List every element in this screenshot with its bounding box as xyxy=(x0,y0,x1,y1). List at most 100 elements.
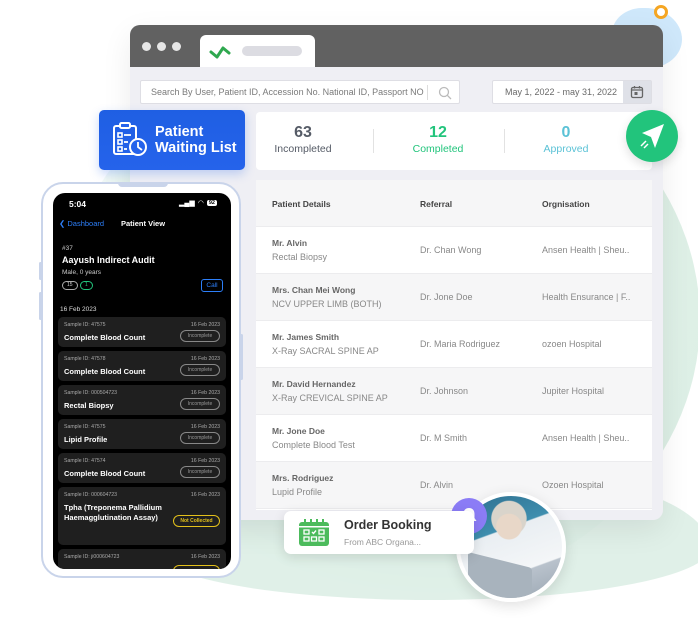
order-booking-notification[interactable]: Order Booking From ABC Organa... xyxy=(284,511,474,554)
stat-completed[interactable]: 12 Completed xyxy=(406,124,470,155)
sample-id: Sample ID: 47575 xyxy=(64,322,106,328)
referral-doctor: Dr. Jone Doe xyxy=(420,292,473,302)
table-row[interactable]: Mrs. Rodriguez Lupid Profile Dr. Alvin O… xyxy=(256,462,652,509)
status-badge: Incomplete xyxy=(180,432,220,444)
status-badge: Incomplete xyxy=(180,330,220,342)
table-row[interactable]: Mr. James Smith X-Ray SACRAL SPINE AP Dr… xyxy=(256,321,652,368)
stat-divider xyxy=(504,129,505,153)
sample-date: 16 Feb 2023 xyxy=(190,554,220,560)
logo-check-icon xyxy=(209,46,231,59)
sample-card[interactable]: Sample ID: 47578 16 Feb 2023 Complete Bl… xyxy=(58,351,226,381)
title-line: Waiting List xyxy=(155,140,237,156)
status-icons: ▂▄▆ ◠ 92 xyxy=(179,199,217,207)
calendar-button[interactable] xyxy=(623,81,651,103)
browser-tab[interactable] xyxy=(200,35,315,67)
order-booking-subtitle: From ABC Organa... xyxy=(344,537,421,547)
clipboard-clock-icon xyxy=(113,122,147,156)
sample-card[interactable]: Sample ID: 47574 16 Feb 2023 Complete Bl… xyxy=(58,453,226,483)
stat-value: 0 xyxy=(561,124,571,141)
table-row[interactable]: Mr. Alvin Rectal Biopsy Dr. Chan Wong An… xyxy=(256,227,652,274)
order-booking-title: Order Booking xyxy=(344,518,432,532)
patient-test: X-Ray CREVICAL SPINE AP xyxy=(272,393,388,403)
waiting-list-title: Patient Waiting List xyxy=(155,124,237,156)
sample-date: 16 Feb 2023 xyxy=(190,424,220,430)
patient-meta: Male, 0 years xyxy=(62,269,102,276)
phone-button xyxy=(39,262,42,280)
sample-date: 16 Feb 2023 xyxy=(190,390,220,396)
calendar-icon xyxy=(299,519,329,546)
referral-doctor: Dr. Chan Wong xyxy=(420,245,482,255)
patient-name: Mr. David Hernandez xyxy=(272,379,356,389)
patient-name: Mr. Jone Doe xyxy=(272,426,325,436)
stats-card: 63 Incompleted 12 Completed 0 Approved xyxy=(256,112,652,170)
organisation: Ansen Health | Sheu.. xyxy=(542,433,630,443)
table-row[interactable]: Mr. David Hernandez X-Ray CREVICAL SPINE… xyxy=(256,368,652,415)
sample-card[interactable]: Sample ID: 000604723 16 Feb 2023 Tpha (T… xyxy=(58,487,226,545)
table-header: Patient Details Referral Orgnisation xyxy=(256,180,652,227)
stat-approved[interactable]: 0 Approved xyxy=(536,124,596,155)
status-badge: Not Collected xyxy=(173,515,220,527)
stat-value: 63 xyxy=(294,124,312,141)
sample-test: Tpha (Treponema Pallidium Haemagglutinat… xyxy=(64,503,162,522)
stat-incompleted[interactable]: 63 Incompleted xyxy=(272,124,334,155)
window-dot[interactable] xyxy=(172,42,181,51)
mobile-phone-mockup: 5:04 ▂▄▆ ◠ 92 ❮ Dashboard Patient View #… xyxy=(39,182,243,578)
sample-card[interactable]: Sample ID: 47575 16 Feb 2023 Lipid Profi… xyxy=(58,419,226,449)
referral-doctor: Dr. Alvin xyxy=(420,480,454,490)
phone-button xyxy=(240,334,243,380)
patient-waiting-list-tile[interactable]: Patient Waiting List xyxy=(99,110,245,170)
stat-label: Incompleted xyxy=(274,143,332,155)
status-badge: Incomplete xyxy=(180,364,220,376)
sample-date: 16 Feb 2023 xyxy=(190,322,220,328)
status-time: 5:04 xyxy=(69,199,87,209)
sample-test: Rectal Biopsy xyxy=(64,401,114,410)
sample-id: Sample ID: 000504723 xyxy=(64,390,118,396)
sample-test: Complete Blood Count xyxy=(64,469,146,478)
count-pill-gray: 15 xyxy=(62,281,78,290)
sample-date: 16 Feb 2023 xyxy=(190,492,220,498)
referral-doctor: Dr. M Smith xyxy=(420,433,468,443)
patient-name: Aayush Indirect Audit xyxy=(62,255,155,265)
battery-icon: 92 xyxy=(206,200,217,206)
patient-table: Patient Details Referral Orgnisation Mr.… xyxy=(256,180,652,510)
status-badge: Incomplete xyxy=(180,466,220,478)
call-button[interactable]: Call xyxy=(201,279,223,292)
column-header-patient-details: Patient Details xyxy=(272,199,331,209)
stat-value: 12 xyxy=(429,124,447,141)
back-button[interactable]: ❮ Dashboard xyxy=(59,219,104,228)
patient-test: Lupid Profile xyxy=(272,487,323,497)
organisation: Ansen Health | Sheu.. xyxy=(542,245,630,255)
sample-id: Sample ID: ji000604723 xyxy=(64,554,120,560)
laptop-shape xyxy=(468,552,532,598)
patient-name: Mrs. Chan Mei Wong xyxy=(272,285,356,295)
patient-name: Mrs. Rodriguez xyxy=(272,473,334,483)
organisation: Jupiter Hospital xyxy=(542,386,605,396)
stat-divider xyxy=(373,129,374,153)
patient-test: Rectal Biopsy xyxy=(272,252,328,262)
patient-name: Mr. James Smith xyxy=(272,332,340,342)
window-dot[interactable] xyxy=(157,42,166,51)
organisation: ozoen Hospital xyxy=(542,339,602,349)
table-row[interactable]: Mrs. Chan Mei Wong NCV UPPER LIMB (BOTH)… xyxy=(256,274,652,321)
patient-name: Mr. Alvin xyxy=(272,238,308,248)
table-row[interactable]: Mr. Jone Doe Complete Blood Test Dr. M S… xyxy=(256,415,652,462)
window-dot[interactable] xyxy=(142,42,151,51)
sample-card[interactable]: Sample ID: 000504723 16 Feb 2023 Rectal … xyxy=(58,385,226,415)
phone-screen: 5:04 ▂▄▆ ◠ 92 ❮ Dashboard Patient View #… xyxy=(53,193,231,569)
date-header: 16 Feb 2023 xyxy=(60,306,97,313)
search-input[interactable]: Search By User, Patient ID, Accession No… xyxy=(140,80,460,104)
organisation: Health Ensurance | F.. xyxy=(542,292,631,302)
sample-id: Sample ID: 47574 xyxy=(64,458,106,464)
sample-date: 16 Feb 2023 xyxy=(190,356,220,362)
send-button[interactable] xyxy=(626,110,678,162)
date-range-picker[interactable]: May 1, 2022 - may 31, 2022 xyxy=(492,80,652,104)
status-badge: Incomplete xyxy=(180,398,220,410)
tab-title-placeholder xyxy=(242,46,302,56)
referral-doctor: Dr. Johnson xyxy=(420,386,469,396)
sample-card[interactable]: Sample ID: 47575 16 Feb 2023 Complete Bl… xyxy=(58,317,226,347)
search-icon[interactable] xyxy=(437,85,453,101)
sample-test: Complete Blood Count xyxy=(64,367,146,376)
organisation: Ozoen Hospital xyxy=(542,480,604,490)
sample-card[interactable]: Sample ID: ji000604723 16 Feb 2023 xyxy=(58,549,226,569)
column-header-organisation: Orgnisation xyxy=(542,199,590,209)
